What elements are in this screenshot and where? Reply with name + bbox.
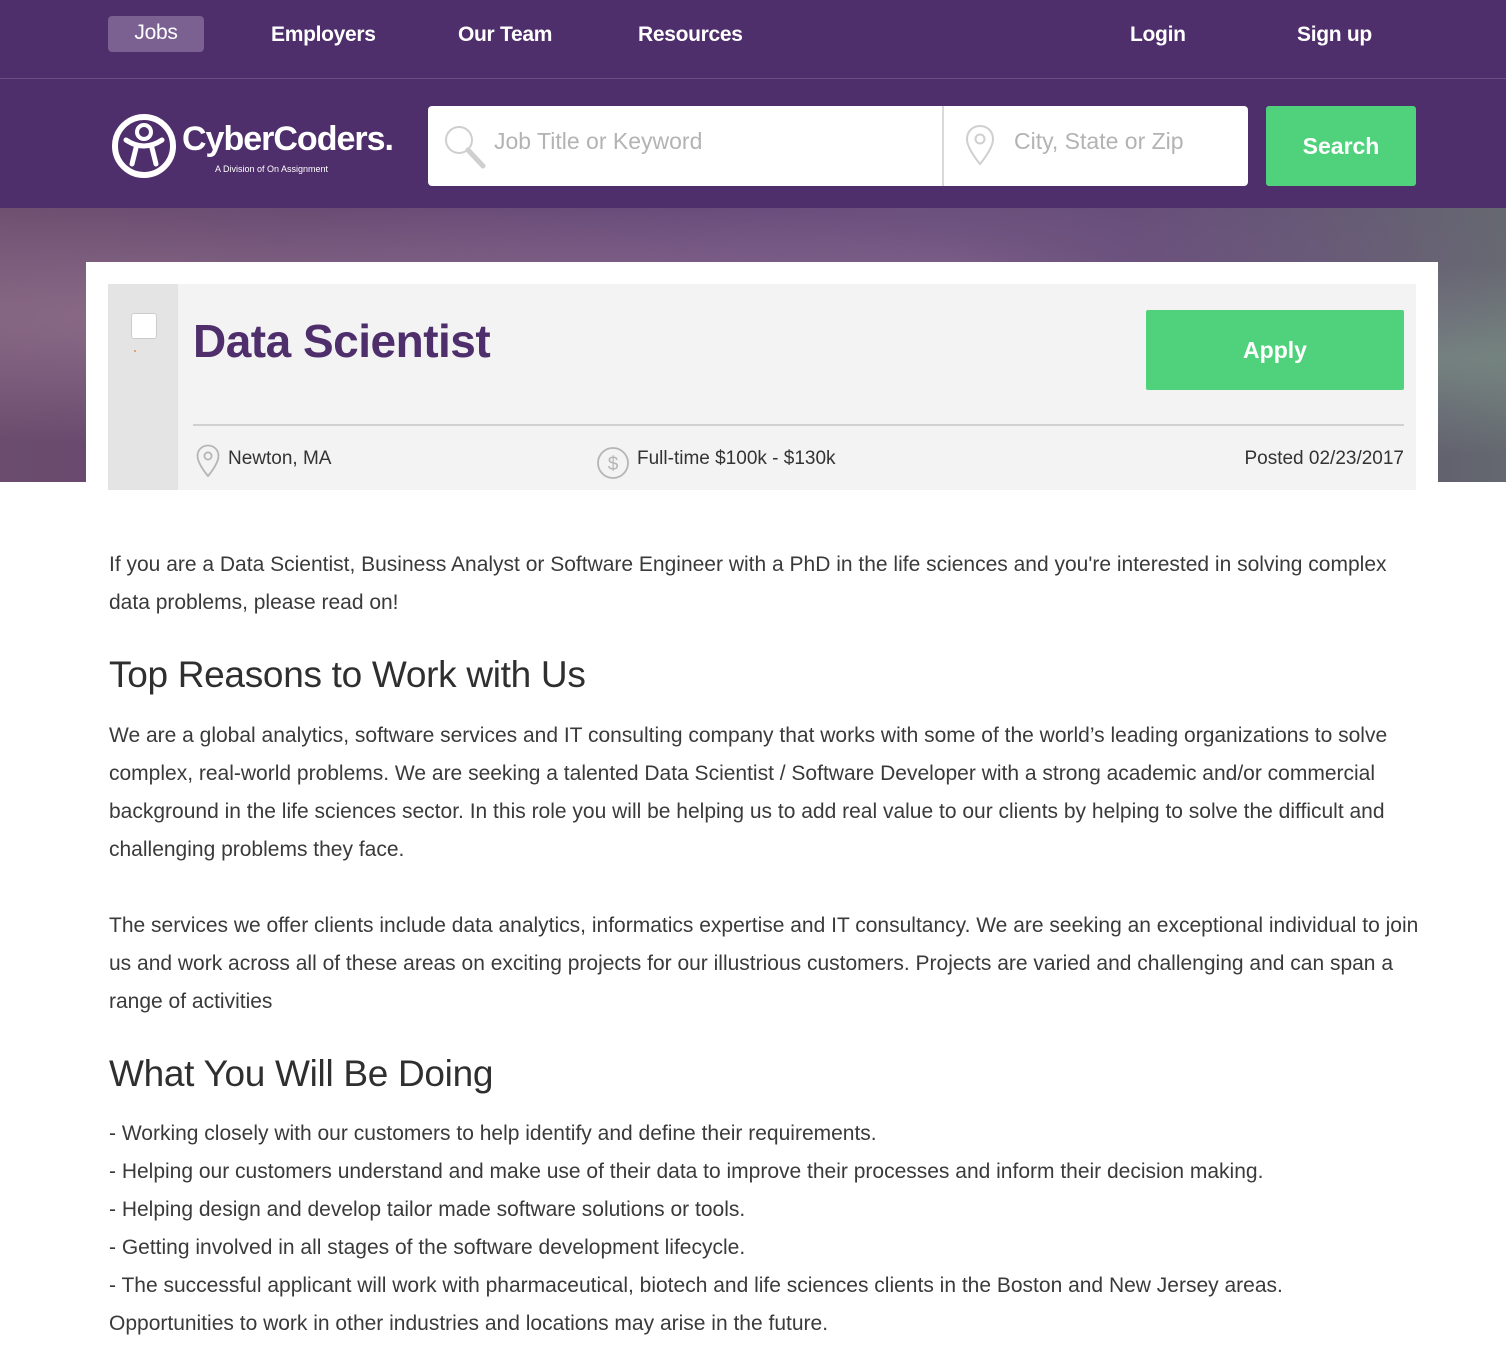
reasons-heading: Top Reasons to Work with Us [109,654,586,695]
logo-icon [112,114,176,178]
intro-paragraph: If you are a Data Scientist, Business An… [109,553,1387,614]
login-link[interactable]: Login [1130,18,1186,52]
nav-our-team-link[interactable]: Our Team [458,18,552,52]
job-salary: Full-time $100k - $130k [637,448,836,469]
search-icon [445,126,486,169]
doing-heading: What You Will Be Doing [109,1053,494,1094]
search-button[interactable]: Search [1266,106,1416,186]
search-divider [942,106,944,186]
list-item: - Helping our customers understand and m… [109,1160,1264,1183]
cybercoders-logo[interactable]: CyberCoders. A Division of On Assignment [110,112,394,178]
job-posted-date: Posted 02/23/2017 [1244,448,1404,469]
logo-subtitle: A Division of On Assignment [215,164,329,174]
signup-link[interactable]: Sign up [1297,18,1372,52]
reasons-paragraph-2: The services we offer clients include da… [109,914,1419,1013]
location-pin-icon [965,124,995,166]
list-item: - The successful applicant will work wit… [109,1274,1283,1297]
job-card: Data Scientist Apply Newton, MA $ Full-t… [108,284,1416,490]
reasons-paragraph-1: We are a global analytics, software serv… [109,724,1388,861]
nav-resources-link[interactable]: Resources [638,18,743,52]
list-item: - Getting involved in all stages of the … [109,1236,746,1259]
nav-employers-link[interactable]: Employers [271,18,376,52]
job-card-sidebar [108,284,178,490]
top-nav: Jobs Employers Our Team Resources Login … [0,0,1506,79]
indicator-dot [134,350,136,352]
list-item: Opportunities to work in other industrie… [109,1312,829,1335]
doing-list: - Working closely with our customers to … [109,1115,1283,1343]
search-header: CyberCoders. A Division of On Assignment… [0,79,1506,208]
search-box [428,106,1248,186]
list-item: - Helping design and develop tailor made… [109,1198,746,1221]
dollar-icon: $ [597,447,629,479]
logo-text: CyberCoders. [182,120,394,158]
card-divider [193,424,1404,426]
location-search-input[interactable] [1014,128,1234,155]
job-location: Newton, MA [228,448,332,469]
save-job-checkbox[interactable] [131,313,157,339]
location-pin-icon [196,444,220,478]
nav-jobs-link[interactable]: Jobs [108,16,204,52]
apply-button[interactable]: Apply [1146,310,1404,390]
list-item: - Working closely with our customers to … [109,1122,877,1145]
job-title: Data Scientist [193,315,491,367]
keyword-search-input[interactable] [494,128,914,155]
svg-text:$: $ [608,454,619,475]
